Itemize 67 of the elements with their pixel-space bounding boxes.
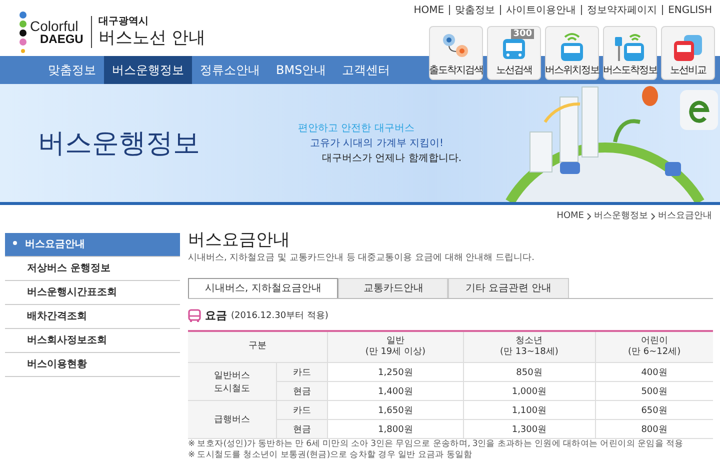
- table-cell: 1,300원: [463, 420, 596, 438]
- page-title: 버스요금안내: [188, 229, 291, 251]
- top-link[interactable]: 사이트이용안내: [506, 3, 576, 17]
- bus-type-label: 도시철도: [213, 382, 251, 394]
- slogan-line: 고유가 시대의 가계부 지킴이!: [309, 136, 445, 150]
- tab[interactable]: 시내버스, 지하철요금안내: [188, 278, 338, 298]
- age-range: (만 19세 이상): [364, 347, 427, 358]
- tab[interactable]: 기타 요금관련 안내: [448, 278, 569, 298]
- breadcrumb-link[interactable]: 버스요금안내: [658, 209, 712, 223]
- table-cell: 카드: [276, 400, 328, 420]
- table-cell: 1,000원: [463, 382, 596, 400]
- table-cell: 현금: [276, 382, 328, 400]
- sidebar-item[interactable]: 버스회사정보조회: [5, 329, 180, 353]
- table-cell: 1,250원: [328, 362, 464, 382]
- logo-text: DAEGU: [39, 33, 84, 45]
- nav-item[interactable]: 맞춤정보: [40, 56, 104, 84]
- banner-title: 버스운행정보: [38, 127, 201, 161]
- table-cell: 1,100원: [463, 400, 596, 420]
- chevron-icon: [651, 212, 655, 220]
- table-cell: 카드: [276, 362, 328, 382]
- breadcrumb-link[interactable]: 버스운행정보: [594, 209, 648, 223]
- logo-dots-icon: [18, 11, 28, 53]
- sidebar-item[interactable]: 저상버스 운행정보: [5, 257, 180, 281]
- table-cell: 현금: [276, 420, 328, 438]
- table-cell: 1,800원: [328, 420, 464, 438]
- bus-type-label: 급행버스: [213, 414, 251, 426]
- bus-type-label: 일반버스: [213, 370, 251, 382]
- section-note: (2016.12.30부터 적용): [231, 310, 328, 322]
- top-link[interactable]: HOME: [414, 4, 444, 16]
- quick-menu-button[interactable]: 300 노선검색: [487, 26, 541, 80]
- site-title: 버스노선 안내: [98, 28, 206, 48]
- table-cell: 1,400원: [328, 382, 464, 400]
- footnote: ※ 도시철도를 청소년이 보통권(현금)으로 승차할 경우 일반 요금과 동일함: [188, 450, 474, 461]
- quick-menu-button[interactable]: 버스도착정보: [603, 26, 657, 80]
- sidebar-item[interactable]: 버스요금안내: [5, 233, 180, 257]
- slogan-line: 대구버스가 언제나 함께합니다.: [321, 152, 462, 166]
- section-title: 요금: [205, 308, 227, 322]
- table-cell: 1,650원: [328, 400, 464, 420]
- column-title: 일반: [385, 336, 406, 347]
- top-link[interactable]: 정보약자페이지: [587, 3, 658, 17]
- nav-item[interactable]: BMS안내: [268, 56, 334, 84]
- breadcrumb-link[interactable]: HOME: [556, 209, 584, 223]
- quick-menu-button[interactable]: 출도착지검색: [429, 26, 483, 80]
- city-name: 대구광역시: [98, 16, 150, 28]
- table-header-cell: 구분: [188, 331, 328, 362]
- top-link[interactable]: ENGLISH: [668, 4, 712, 16]
- footnote: ※ 보호자(성인)가 동반하는 만 6세 미만의 소아 3인은 무임으로 운송하며, 3인을 초과하는 인원에 대하여는 어린이의 운임을 적용: [188, 439, 684, 450]
- nav-item[interactable]: 버스운행정보: [104, 56, 192, 84]
- top-link[interactable]: 맞춤정보: [455, 3, 496, 17]
- sidebar-item[interactable]: 배차간격조회: [5, 305, 180, 329]
- page-description: 시내버스, 지하철요금 및 교통카드안내 등 대중교통이용 요금에 대해 안내해 드립니다.: [188, 252, 536, 264]
- quick-menu-button[interactable]: 노선비교: [661, 26, 715, 80]
- route-number-badge: 300: [511, 29, 534, 39]
- sidebar-item[interactable]: 버스운행시간표조회: [5, 281, 180, 305]
- logo-text: Colorful: [30, 19, 80, 33]
- quick-menu-button[interactable]: 버스위치정보: [545, 26, 599, 80]
- age-range: (만 13~18세): [499, 347, 560, 358]
- sidebar-item[interactable]: 버스이용현황: [5, 353, 180, 377]
- tab[interactable]: 교통카드안내: [338, 278, 448, 298]
- age-range: (만 6~12세): [626, 347, 682, 358]
- table-cell: 850원: [463, 362, 596, 382]
- column-title: 청소년: [514, 336, 544, 347]
- nav-item[interactable]: 정류소안내: [192, 56, 268, 84]
- nav-item[interactable]: 고객센터: [334, 56, 398, 84]
- chevron-icon: [587, 212, 591, 220]
- slogan-line: 편안하고 안전한 대구버스: [298, 122, 416, 136]
- column-title: 어린이: [640, 336, 669, 347]
